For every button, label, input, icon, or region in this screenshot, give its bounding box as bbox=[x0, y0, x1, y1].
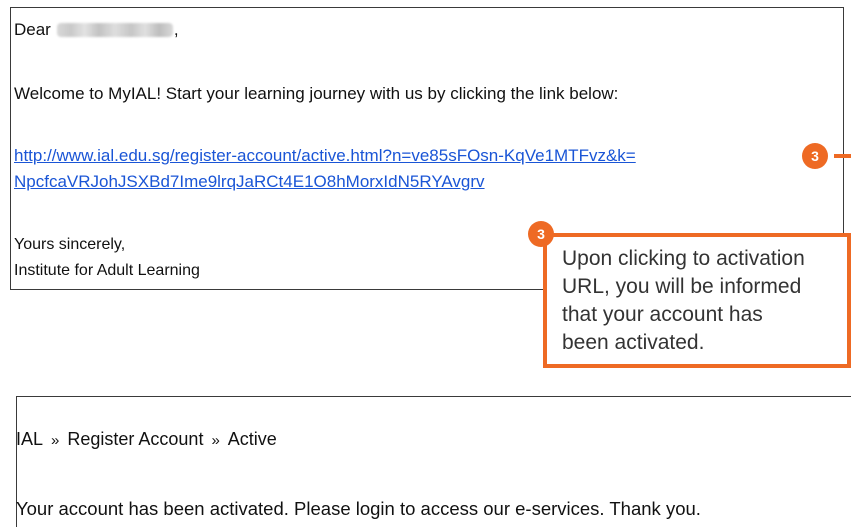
breadcrumb-item-ial[interactable]: IAL bbox=[16, 429, 43, 449]
callout-box: Upon clicking to activation URL, you wil… bbox=[543, 233, 851, 368]
breadcrumb-separator: » bbox=[51, 432, 60, 449]
callout-line: been activated. bbox=[562, 331, 705, 354]
redacted-recipient-name bbox=[56, 23, 173, 37]
step-badge-link: 3 bbox=[802, 143, 828, 169]
callout-line: Upon clicking to activation bbox=[562, 247, 805, 270]
breadcrumb-item-active: Active bbox=[227, 429, 277, 449]
email-greeting: Dear, bbox=[14, 19, 179, 41]
breadcrumb-separator: » bbox=[211, 432, 220, 449]
badge-leader-line bbox=[834, 154, 851, 158]
step-badge-callout: 3 bbox=[528, 221, 554, 247]
greeting-suffix: , bbox=[173, 20, 179, 39]
callout-text: Upon clicking to activation URL, you wil… bbox=[562, 245, 805, 357]
callout-line: that your account has bbox=[562, 303, 763, 326]
breadcrumb: IAL » Register Account » Active bbox=[16, 428, 277, 452]
breadcrumb-item-register-account[interactable]: Register Account bbox=[67, 429, 203, 449]
email-closing: Yours sincerely, bbox=[14, 236, 126, 253]
email-welcome-text: Welcome to MyIAL! Start your learning jo… bbox=[14, 84, 619, 103]
greeting-prefix: Dear bbox=[14, 20, 51, 39]
callout-line: URL, you will be informed bbox=[562, 275, 802, 298]
activation-link-line1[interactable]: http://www.ial.edu.sg/register-account/a… bbox=[14, 145, 636, 167]
screenshot-stage: Dear, Welcome to MyIAL! Start your learn… bbox=[0, 0, 851, 527]
email-signature: Institute for Adult Learning bbox=[14, 262, 200, 279]
activation-confirmation-message: Your account has been activated. Please … bbox=[16, 498, 701, 519]
activation-link-line2[interactable]: NpcfcaVRJohJSXBd7Ime9lrqJaRCt4E1O8hMorxI… bbox=[14, 171, 485, 193]
